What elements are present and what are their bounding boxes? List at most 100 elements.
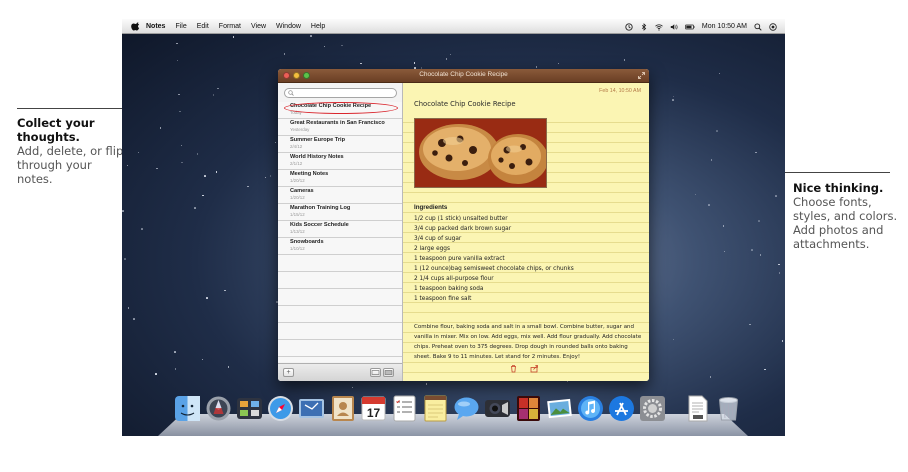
menu-view[interactable]: View: [251, 23, 266, 30]
star: [122, 210, 124, 212]
callout-right-body: Choose fonts, styles, and colors. Add ph…: [793, 195, 898, 251]
star: [180, 144, 183, 147]
menu-notes[interactable]: Notes: [146, 23, 165, 30]
note-item-chocolate-chip[interactable]: Chocolate Chip Cookie Recipe Today: [278, 102, 402, 119]
star: [566, 380, 569, 383]
dock-trash[interactable]: [715, 395, 742, 422]
show-folders-button[interactable]: [383, 368, 394, 377]
dock-notes[interactable]: [422, 395, 449, 422]
dock-mail[interactable]: [298, 395, 325, 422]
dock-reminders[interactable]: [391, 395, 418, 422]
note-item-cameras[interactable]: Cameras 1/20/12: [278, 187, 402, 204]
apple-menu-icon[interactable]: [131, 21, 140, 31]
fullscreen-icon[interactable]: [638, 72, 645, 79]
star: [709, 376, 712, 378]
dock-contacts[interactable]: [329, 395, 356, 422]
mail-icon: [299, 399, 324, 418]
trash-icon[interactable]: [509, 364, 518, 373]
dock-itunes[interactable]: [577, 395, 604, 422]
menu-format[interactable]: Format: [219, 23, 241, 30]
star: [196, 153, 199, 155]
volume-icon[interactable]: [670, 23, 678, 31]
notification-icon[interactable]: [769, 22, 777, 31]
mission-control-icon: [237, 398, 262, 419]
bluetooth-icon[interactable]: [640, 22, 648, 31]
star: [694, 193, 697, 196]
dock-pages-document[interactable]: [684, 395, 711, 422]
folders-icon: [384, 370, 393, 375]
note-item-restaurants[interactable]: Great Restaurants in San Francisco Yeste…: [278, 119, 402, 136]
ingredients-list: 1/2 cup (1 stick) unsalted butter 3/4 cu…: [414, 214, 574, 304]
dock-system-preferences[interactable]: [639, 395, 666, 422]
time-machine-icon[interactable]: [625, 22, 633, 31]
desktop-screen: Notes File Edit Format View Window Help …: [122, 19, 785, 436]
note-item-europe-trip[interactable]: Summer Europe Trip 2/4/12: [278, 136, 402, 153]
note-item-date: 1/13/12: [290, 229, 305, 234]
dock-mission-control[interactable]: [236, 395, 263, 422]
cookie-photo[interactable]: [414, 118, 547, 188]
note-item-world-history[interactable]: World History Notes 2/1/12: [278, 153, 402, 170]
menu-file[interactable]: File: [175, 23, 186, 30]
dock-launchpad[interactable]: [205, 395, 232, 422]
dock-finder[interactable]: [174, 395, 201, 422]
star: [341, 44, 343, 47]
note-item-snowboards[interactable]: Snowboards 1/10/12: [278, 238, 402, 255]
share-icon[interactable]: [530, 364, 539, 373]
star: [137, 151, 140, 153]
dock: 17: [174, 395, 742, 422]
menu-bar: Notes File Edit Format View Window Help …: [122, 19, 785, 34]
note-item-marathon[interactable]: Marathon Training Log 1/15/12: [278, 204, 402, 221]
note-item-soccer[interactable]: Kids Soccer Schedule 1/13/12: [278, 221, 402, 238]
star: [710, 159, 713, 161]
battery-icon[interactable]: [685, 23, 695, 31]
star: [425, 383, 428, 385]
dock-calendar[interactable]: 17: [360, 395, 387, 422]
dock-iphoto[interactable]: [546, 395, 573, 422]
menu-edit[interactable]: Edit: [197, 23, 209, 30]
window-titlebar[interactable]: Chocolate Chip Cookie Recipe: [278, 69, 649, 83]
menubar-clock[interactable]: Mon 10:50 AM: [702, 23, 747, 30]
calendar-icon: 17: [361, 396, 386, 421]
note-item-date: 1/10/12: [290, 246, 305, 251]
star: [283, 53, 286, 55]
star: [155, 373, 157, 375]
dock-safari[interactable]: [267, 395, 294, 422]
search-field[interactable]: [284, 88, 397, 98]
star: [413, 62, 416, 64]
note-toolbar: [509, 364, 539, 373]
spotlight-icon[interactable]: [754, 22, 762, 31]
note-item-date: Today: [290, 110, 302, 115]
menu-extras: Mon 10:50 AM: [625, 19, 777, 34]
dock-app-store[interactable]: [608, 395, 635, 422]
dock-messages[interactable]: [453, 395, 480, 422]
dock-photo-booth[interactable]: [515, 395, 542, 422]
note-item-title: Summer Europe Trip: [290, 137, 346, 143]
recipe-instructions: Combine flour, baking soda and salt in a…: [414, 324, 642, 360]
note-date: Feb 14, 10:50 AM: [599, 88, 641, 94]
star: [445, 58, 448, 60]
wifi-icon[interactable]: [655, 23, 663, 31]
star: [232, 36, 235, 38]
star: [156, 167, 158, 170]
cookie-image: [415, 119, 546, 187]
star: [759, 254, 762, 256]
star: [201, 358, 204, 361]
note-item-title: Cameras: [290, 188, 314, 194]
note-item-meeting-notes[interactable]: Meeting Notes 1/20/12: [278, 170, 402, 187]
note-item-title: World History Notes: [290, 154, 344, 160]
star: [672, 99, 674, 101]
note-editor[interactable]: Feb 14, 10:50 AM Chocolate Chip Cookie R…: [403, 83, 649, 381]
note-item-title: Kids Soccer Schedule: [290, 222, 349, 228]
menu-window[interactable]: Window: [276, 23, 301, 30]
star: [174, 351, 176, 353]
add-note-button[interactable]: +: [283, 368, 294, 377]
dock-facetime[interactable]: [484, 395, 511, 422]
star: [264, 176, 267, 179]
note-item-date: 1/20/12: [290, 178, 305, 183]
star: [206, 297, 208, 299]
star: [202, 194, 204, 197]
star: [215, 171, 218, 173]
list-view-button[interactable]: [370, 368, 381, 377]
star: [708, 204, 710, 206]
menu-help[interactable]: Help: [311, 23, 325, 30]
